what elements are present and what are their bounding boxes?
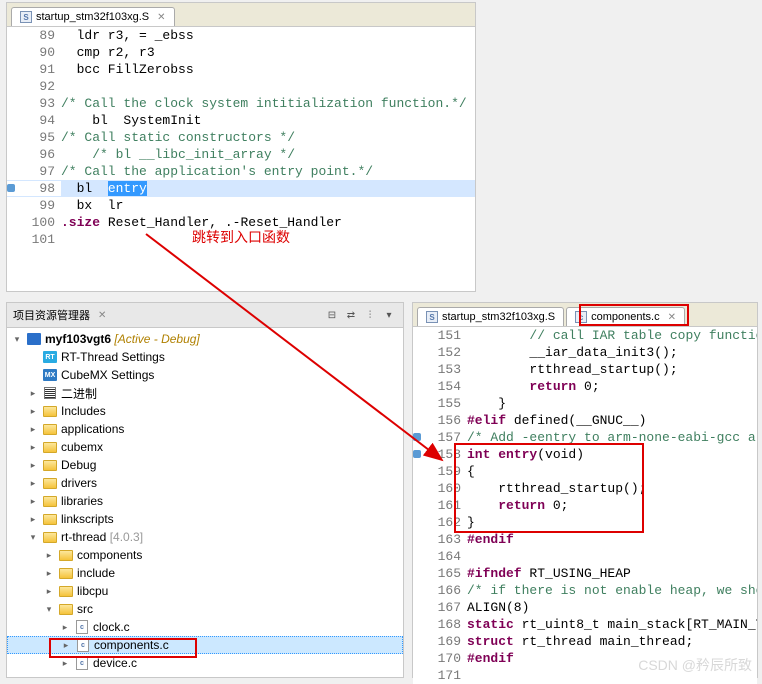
tab-label: startup_stm32f103xg.S xyxy=(442,311,555,323)
tree-item[interactable]: ▸Debug xyxy=(7,456,403,474)
code-line[interactable]: 170#endif xyxy=(413,650,757,667)
tab-label: components.c xyxy=(591,311,659,323)
code-line[interactable]: 161 return 0; xyxy=(413,497,757,514)
code-line[interactable]: 154 return 0; xyxy=(413,378,757,395)
tree-item[interactable]: ▸components xyxy=(7,546,403,564)
code-line[interactable]: 164 xyxy=(413,548,757,565)
explorer-header: 项目资源管理器 ✕ ⊟ ⇄ ⫶ ▾ xyxy=(7,303,403,328)
tree-item[interactable]: ▸libcpu xyxy=(7,582,403,600)
tree-item[interactable]: ▸cclock.c xyxy=(7,618,403,636)
top-code-area[interactable]: 89 ldr r3, = _ebss90 cmp r2, r391 bcc Fi… xyxy=(7,27,475,248)
code-line[interactable]: 163#endif xyxy=(413,531,757,548)
code-line[interactable]: 152 __iar_data_init3(); xyxy=(413,344,757,361)
code-line[interactable]: 89 ldr r3, = _ebss xyxy=(7,27,475,44)
asm-file-icon: S xyxy=(426,311,438,323)
tree-item[interactable]: ▸drivers xyxy=(7,474,403,492)
tab-label: startup_stm32f103xg.S xyxy=(36,11,149,23)
filter-icon[interactable]: ⫶ xyxy=(362,307,378,323)
tree-item[interactable]: MXCubeMX Settings xyxy=(7,366,403,384)
top-tab-bar: S startup_stm32f103xg.S ✕ xyxy=(7,3,475,27)
code-line[interactable]: 162} xyxy=(413,514,757,531)
tab-startup-asm[interactable]: S startup_stm32f103xg.S ✕ xyxy=(11,7,175,26)
code-line[interactable]: 153 rtthread_startup(); xyxy=(413,361,757,378)
code-line[interactable]: 98 bl entry xyxy=(7,180,475,197)
code-line[interactable]: 92 xyxy=(7,78,475,95)
code-line[interactable]: 155 } xyxy=(413,395,757,412)
tree-item[interactable]: ▸applications xyxy=(7,420,403,438)
code-line[interactable]: 167ALIGN(8) xyxy=(413,599,757,616)
c-file-icon: c xyxy=(575,311,587,323)
tree-item[interactable]: ▸libraries xyxy=(7,492,403,510)
code-line[interactable]: 166/* if there is not enable heap, we sh… xyxy=(413,582,757,599)
close-icon[interactable]: ✕ xyxy=(98,310,106,321)
code-line[interactable]: 93/* Call the clock system intitializati… xyxy=(7,95,475,112)
asm-file-icon: S xyxy=(20,11,32,23)
code-line[interactable]: 171 xyxy=(413,667,757,684)
tree-item[interactable]: ▸include xyxy=(7,564,403,582)
code-line[interactable]: 95/* Call static constructors */ xyxy=(7,129,475,146)
close-icon[interactable]: ✕ xyxy=(157,12,165,23)
tree-item[interactable]: ▸cdevice.c xyxy=(7,654,403,672)
code-line[interactable]: 160 rtthread_startup(); xyxy=(413,480,757,497)
tree-item[interactable]: ▸linkscripts xyxy=(7,510,403,528)
code-line[interactable]: 151 // call IAR table copy function. xyxy=(413,327,757,344)
code-line[interactable]: 156#elif defined(__GNUC__) xyxy=(413,412,757,429)
tree-item[interactable]: RTRT-Thread Settings xyxy=(7,348,403,366)
code-line[interactable]: 91 bcc FillZerobss xyxy=(7,61,475,78)
code-line[interactable]: 157/* Add -eentry to arm-none-eabi-gcc a… xyxy=(413,429,757,446)
code-line[interactable]: 169struct rt_thread main_thread; xyxy=(413,633,757,650)
code-line[interactable]: 99 bx lr xyxy=(7,197,475,214)
explorer-toolbar: ⊟ ⇄ ⫶ ▾ xyxy=(324,307,397,323)
right-tab-bar: S startup_stm32f103xg.S c components.c ✕ xyxy=(413,303,757,327)
code-line[interactable]: 94 bl SystemInit xyxy=(7,112,475,129)
code-line[interactable]: 90 cmp r2, r3 xyxy=(7,44,475,61)
collapse-all-icon[interactable]: ⊟ xyxy=(324,307,340,323)
code-line[interactable]: 96 /* bl __libc_init_array */ xyxy=(7,146,475,163)
tree-item[interactable]: ▾src xyxy=(7,600,403,618)
project-tree[interactable]: ▾myf103vgt6 [Active - Debug]RTRT-Thread … xyxy=(7,328,403,674)
tree-item[interactable]: ▾rt-thread [4.0.3] xyxy=(7,528,403,546)
tree-item[interactable]: ▸Includes xyxy=(7,402,403,420)
tab-startup-asm-2[interactable]: S startup_stm32f103xg.S xyxy=(417,307,564,326)
tree-item[interactable]: ▾myf103vgt6 [Active - Debug] xyxy=(7,330,403,348)
tree-item[interactable]: ▸cubemx xyxy=(7,438,403,456)
explorer-title: 项目资源管理器 xyxy=(13,307,90,323)
code-line[interactable]: 168static rt_uint8_t main_stack[RT_MAIN_… xyxy=(413,616,757,633)
tab-components-c[interactable]: c components.c ✕ xyxy=(566,307,685,326)
code-line[interactable]: 158int entry(void) xyxy=(413,446,757,463)
code-line[interactable]: 165#ifndef RT_USING_HEAP xyxy=(413,565,757,582)
close-icon[interactable]: ✕ xyxy=(668,312,676,323)
annotation-text: 跳转到入口函数 xyxy=(192,227,290,247)
tree-item[interactable]: ▸ccomponents.c xyxy=(7,636,403,654)
view-menu-icon[interactable]: ▾ xyxy=(381,307,397,323)
code-line[interactable]: 159{ xyxy=(413,463,757,480)
right-code-area[interactable]: 151 // call IAR table copy function.152 … xyxy=(413,327,757,684)
code-line[interactable]: 97/* Call the application's entry point.… xyxy=(7,163,475,180)
tree-item[interactable]: ▸二进制 xyxy=(7,384,403,402)
link-editor-icon[interactable]: ⇄ xyxy=(343,307,359,323)
